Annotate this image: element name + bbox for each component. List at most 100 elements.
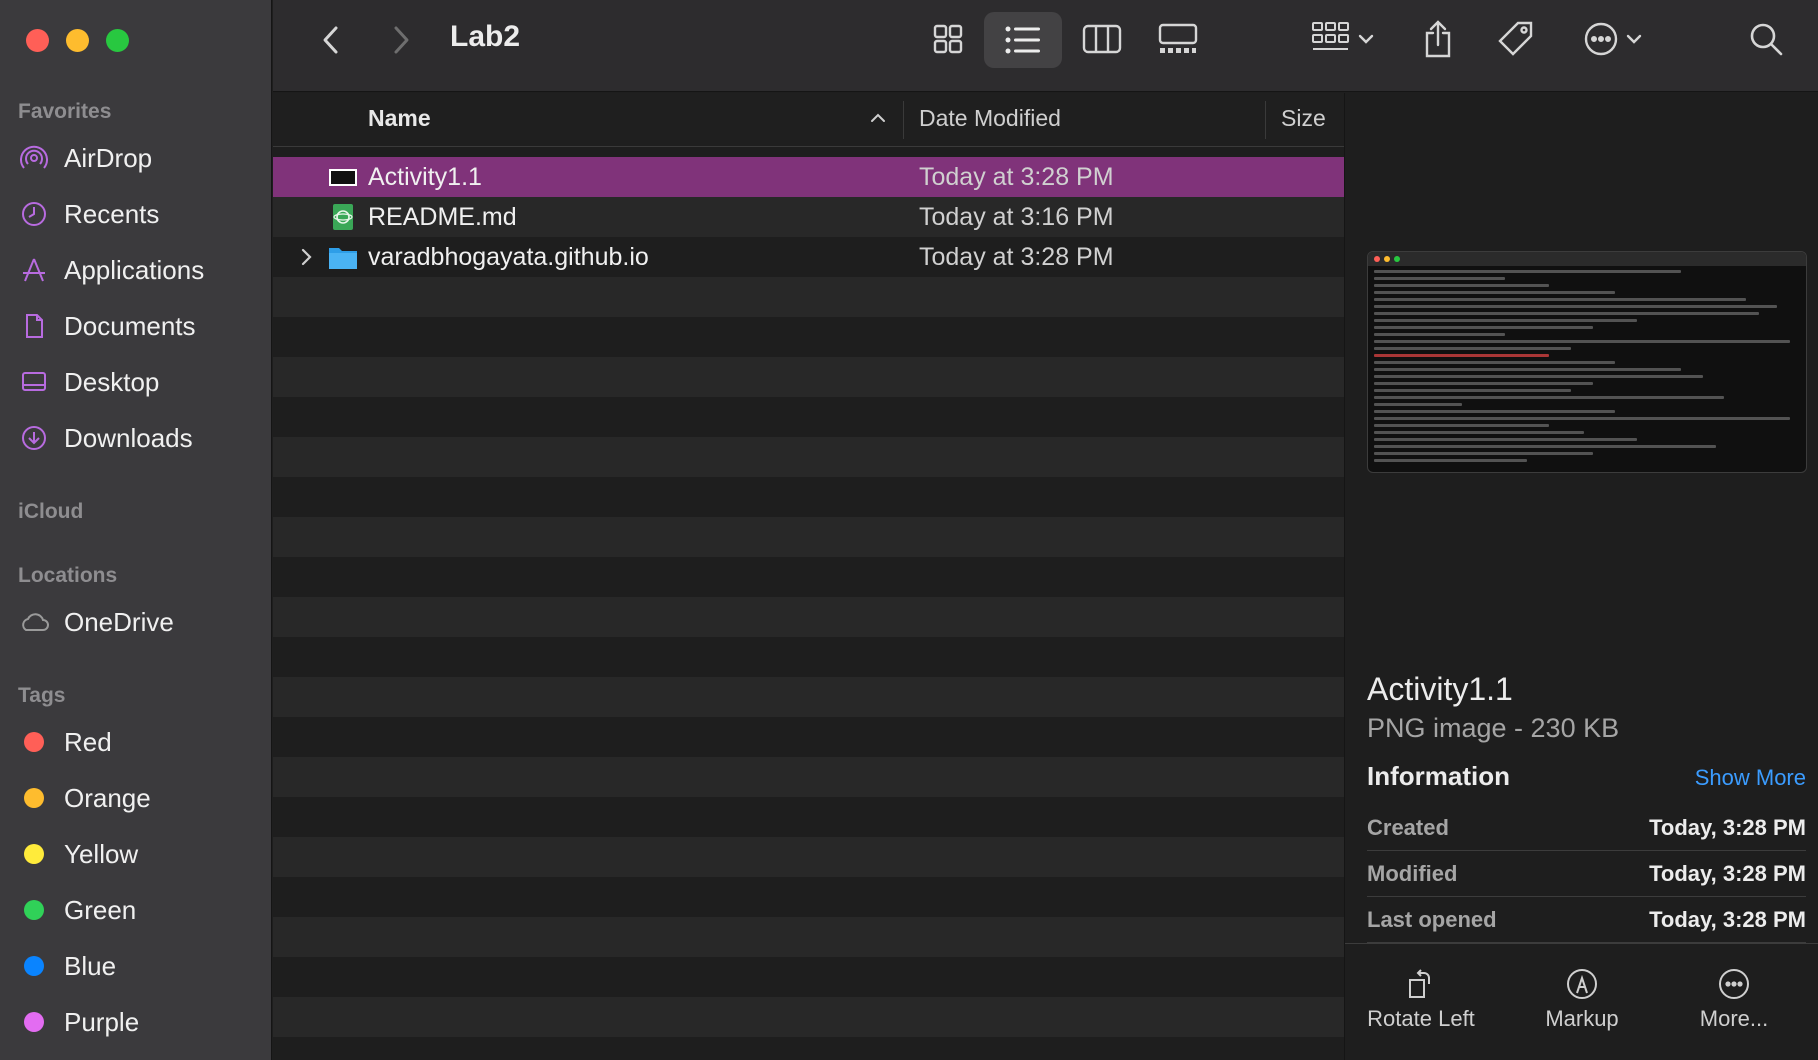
information-title: Information	[1367, 761, 1510, 791]
file-row-activity[interactable]: Activity1.1 Today at 3:28 PM	[273, 157, 1344, 197]
tags-button[interactable]	[1493, 14, 1539, 64]
info-row-modified: Modified Today, 3:28 PM	[1367, 851, 1806, 897]
terminal-line	[1374, 340, 1791, 343]
terminal-line	[1374, 277, 1506, 280]
sidebar-item-label: Purple	[64, 1006, 140, 1037]
gallery-view-button[interactable]	[1153, 16, 1203, 62]
empty-row	[273, 277, 1344, 317]
chevron-down-icon	[1358, 34, 1374, 44]
empty-row	[273, 637, 1344, 677]
sidebar-tag-red[interactable]: Red	[18, 720, 112, 764]
chevron-left-icon	[323, 26, 338, 54]
empty-row	[273, 957, 1344, 997]
empty-row	[273, 677, 1344, 717]
list-view-button[interactable]	[984, 12, 1062, 68]
sidebar-item-label: Recents	[64, 198, 160, 229]
sidebar-item-documents[interactable]: Documents	[18, 304, 196, 348]
list-header: Name Date Modified Size	[273, 93, 1344, 147]
terminal-line	[1374, 375, 1703, 378]
sidebar-tag-green[interactable]: Green	[18, 888, 136, 932]
window-title: Lab2	[450, 20, 521, 53]
empty-row	[273, 517, 1344, 557]
empty-row	[273, 917, 1344, 957]
cloud-icon	[18, 606, 50, 638]
tag-blue-dot	[24, 956, 44, 976]
tag-purple-dot	[24, 1012, 44, 1032]
sidebar: Favorites AirDrop Recents Applications D…	[0, 0, 272, 1060]
tags-section-title: Tags	[18, 684, 66, 707]
empty-row	[273, 477, 1344, 517]
rotate-left-button[interactable]: Rotate Left	[1345, 962, 1497, 1032]
grid-icon	[933, 24, 963, 54]
tag-orange-dot	[24, 788, 44, 808]
column-header-name[interactable]: Name	[368, 105, 431, 132]
column-view-button[interactable]	[1079, 16, 1125, 62]
terminal-line	[1374, 382, 1593, 385]
action-menu-button[interactable]	[1573, 14, 1653, 64]
markup-button[interactable]: Markup	[1506, 962, 1658, 1032]
action-label: Markup	[1545, 1006, 1619, 1031]
minimize-window-button[interactable]	[66, 29, 89, 52]
sidebar-item-desktop[interactable]: Desktop	[18, 360, 159, 404]
columns-icon	[1082, 24, 1122, 54]
sidebar-item-downloads[interactable]: Downloads	[18, 416, 193, 460]
more-button[interactable]: More...	[1658, 962, 1810, 1032]
icon-view-button[interactable]	[925, 16, 971, 62]
sidebar-tag-yellow[interactable]: Yellow	[18, 832, 138, 876]
info-key: Modified	[1367, 861, 1458, 886]
info-row-created: Created Today, 3:28 PM	[1367, 805, 1806, 851]
terminal-line	[1374, 424, 1550, 427]
terminal-line	[1374, 270, 1681, 273]
empty-row	[273, 397, 1344, 437]
tag-green-dot	[24, 900, 44, 920]
share-icon	[1425, 20, 1451, 58]
file-name: varadbhogayata.github.io	[368, 243, 649, 271]
empty-row	[273, 877, 1344, 917]
file-row-readme[interactable]: README.md Today at 3:16 PM	[273, 197, 1344, 237]
terminal-line	[1374, 305, 1777, 308]
download-icon	[18, 422, 50, 454]
sidebar-item-airdrop[interactable]: AirDrop	[18, 136, 152, 180]
forward-button[interactable]	[383, 20, 419, 60]
file-name: Activity1.1	[368, 163, 482, 191]
column-header-date[interactable]: Date Modified	[919, 105, 1061, 132]
thumbnail-terminal-text	[1368, 270, 1806, 462]
info-value: Today, 3:28 PM	[1649, 815, 1806, 840]
info-key: Last opened	[1367, 907, 1497, 932]
sidebar-tag-blue[interactable]: Blue	[18, 944, 116, 988]
terminal-line	[1374, 312, 1760, 315]
empty-row	[273, 317, 1344, 357]
favorites-section-title: Favorites	[18, 100, 112, 123]
zoom-window-button[interactable]	[106, 29, 129, 52]
preview-file-kind: PNG image - 230 KB	[1367, 713, 1620, 743]
folder-icon	[329, 248, 357, 269]
empty-row	[273, 357, 1344, 397]
empty-row	[273, 797, 1344, 837]
list-icon	[1005, 26, 1040, 54]
clock-icon	[18, 198, 50, 230]
column-header-size[interactable]: Size	[1281, 105, 1326, 132]
show-more-link[interactable]: Show More	[1695, 765, 1806, 791]
sidebar-tag-orange[interactable]: Orange	[18, 776, 151, 820]
terminal-line	[1374, 319, 1637, 322]
sidebar-item-label: Blue	[64, 950, 117, 981]
sidebar-item-onedrive[interactable]: OneDrive	[18, 600, 174, 644]
applications-icon	[18, 254, 50, 286]
disclosure-chevron-icon[interactable]	[299, 247, 313, 267]
terminal-line	[1374, 298, 1747, 301]
sidebar-tag-purple[interactable]: Purple	[18, 1000, 139, 1044]
group-by-button[interactable]	[1303, 16, 1383, 62]
back-button[interactable]	[313, 20, 349, 60]
share-button[interactable]	[1415, 14, 1461, 64]
terminal-line	[1374, 417, 1791, 420]
close-window-button[interactable]	[26, 29, 49, 52]
column-separator	[903, 101, 904, 139]
file-row-folder[interactable]: varadbhogayata.github.io Today at 3:28 P…	[273, 237, 1344, 277]
preview-thumbnail	[1367, 251, 1807, 473]
airdrop-icon	[18, 142, 50, 174]
desktop-icon	[18, 366, 50, 398]
sidebar-item-recents[interactable]: Recents	[18, 192, 159, 236]
action-label: Rotate Left	[1367, 1006, 1475, 1031]
sidebar-item-applications[interactable]: Applications	[18, 248, 204, 292]
search-button[interactable]	[1743, 14, 1789, 64]
